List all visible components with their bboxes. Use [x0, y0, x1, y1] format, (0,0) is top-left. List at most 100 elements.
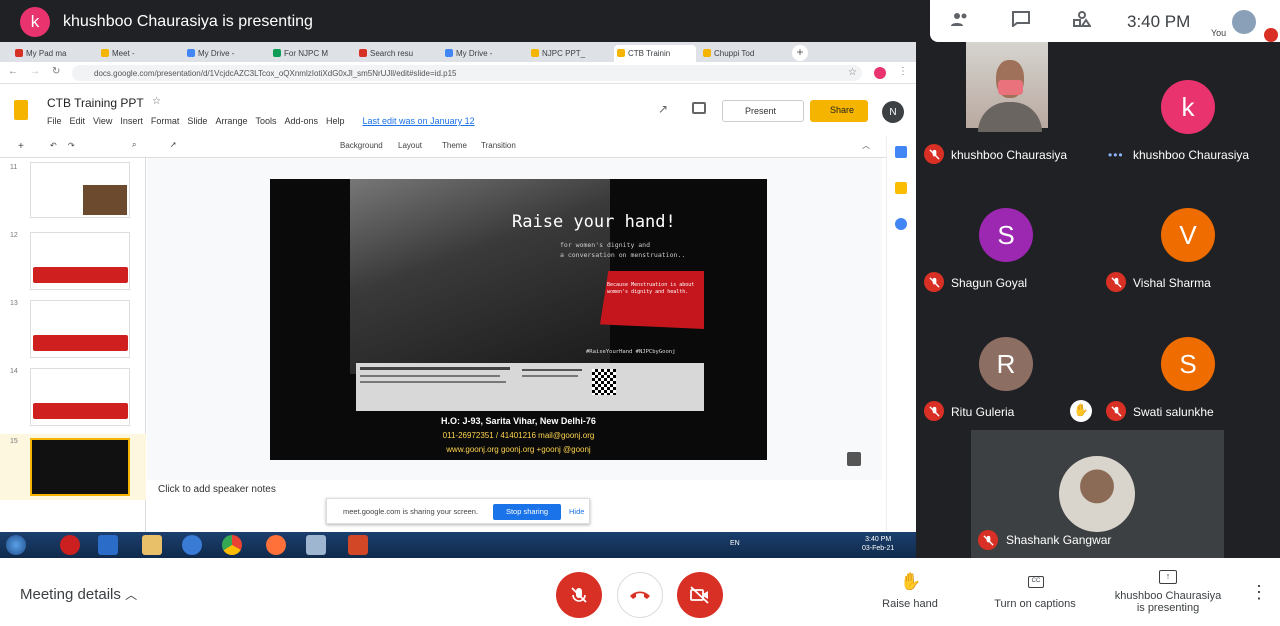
collapse-icon[interactable]: ︿ — [862, 140, 870, 151]
present-button[interactable]: Present — [722, 100, 804, 122]
menu-arrange[interactable]: Arrange — [215, 116, 247, 126]
stop-sharing-button[interactable]: Stop sharing — [493, 504, 561, 520]
menu-view[interactable]: View — [93, 116, 112, 126]
transition-button[interactable]: Transition — [481, 141, 516, 150]
file-explorer-icon[interactable] — [142, 535, 162, 555]
browser-tab[interactable]: NJPC PPT_ — [528, 45, 610, 62]
qr-code — [592, 369, 616, 395]
menu-bar: File Edit View Insert Format Slide Arran… — [47, 116, 475, 126]
slide-thumbnail[interactable] — [30, 232, 130, 290]
new-tab-button[interactable]: + — [792, 45, 808, 61]
browser-tab[interactable]: Meet - — [98, 45, 180, 62]
firefox-icon[interactable] — [266, 535, 286, 555]
layout-button[interactable]: Layout — [398, 141, 422, 150]
slide-thumbnail[interactable] — [30, 162, 130, 218]
powerpoint-icon[interactable] — [348, 535, 368, 555]
share-button[interactable]: Share — [810, 100, 868, 122]
windows-taskbar: EN 3:40 PM 03-Feb-21 — [0, 532, 916, 558]
url-text: docs.google.com/presentation/d/1VcjdcAZC… — [94, 69, 457, 78]
ie-icon[interactable] — [182, 535, 202, 555]
comments-icon[interactable] — [692, 102, 706, 114]
url-field[interactable]: docs.google.com/presentation/d/1VcjdcAZC… — [72, 65, 862, 81]
meeting-details-button[interactable]: Meeting details ︿ — [20, 586, 137, 603]
opera-icon[interactable] — [60, 535, 80, 555]
redo-icon[interactable]: ↷ — [68, 141, 75, 150]
camera-toggle-button[interactable] — [677, 572, 723, 618]
language-indicator[interactable]: EN — [730, 540, 740, 547]
doc-title[interactable]: CTB Training PPT — [47, 96, 144, 110]
raise-hand-icon[interactable]: ✋ — [900, 572, 921, 592]
browser-tab[interactable]: Chuppi Tod — [700, 45, 782, 62]
slides-logo-icon[interactable] — [14, 100, 28, 120]
browser-tab[interactable]: Search resu — [356, 45, 438, 62]
raise-hand-label[interactable]: Raise hand — [870, 598, 950, 610]
browser-tab-active[interactable]: CTB Trainin — [614, 45, 696, 62]
slide-hashtag: #RaiseYourHand #NJPCbyGoonj — [586, 349, 676, 355]
participant-name: Vishal Sharma — [1133, 276, 1211, 290]
profile-icon[interactable] — [874, 67, 886, 79]
speaker-notes[interactable]: Click to add speaker notes — [158, 484, 276, 495]
captions-icon[interactable]: CC — [1028, 576, 1044, 588]
menu-addons[interactable]: Add-ons — [284, 116, 318, 126]
presenting-status[interactable]: khushboo Chaurasiya is presenting — [1108, 590, 1228, 614]
menu-edit[interactable]: Edit — [70, 116, 86, 126]
app-icon[interactable] — [306, 535, 326, 555]
select-icon[interactable]: ➚ — [170, 140, 177, 149]
undo-icon[interactable]: ↶ — [50, 141, 57, 150]
meeting-details-label: Meeting details — [20, 586, 121, 603]
more-options-icon[interactable]: ⋮ — [1250, 582, 1268, 603]
calendar-icon[interactable] — [895, 146, 907, 158]
tasks-icon[interactable] — [895, 218, 907, 230]
start-icon[interactable] — [6, 535, 26, 555]
browser-tab[interactable]: For NJPC M — [270, 45, 352, 62]
new-slide-icon[interactable]: + — [18, 141, 24, 152]
zoom-icon[interactable]: ⌕ — [132, 140, 136, 150]
side-panel-rail — [847, 136, 916, 532]
mic-toggle-button[interactable] — [556, 572, 602, 618]
self-avatar[interactable] — [1232, 10, 1256, 34]
activities-icon[interactable] — [1073, 11, 1091, 27]
explore-icon[interactable] — [847, 452, 861, 466]
menu-tools[interactable]: Tools — [255, 116, 276, 126]
more-vert-icon[interactable]: ⋮ — [898, 66, 908, 77]
hide-button[interactable]: Hide — [569, 507, 584, 516]
people-icon[interactable] — [950, 11, 970, 27]
back-icon[interactable]: ← — [8, 66, 18, 77]
captions-label[interactable]: Turn on captions — [985, 598, 1085, 610]
slide-thumbnail[interactable] — [30, 368, 130, 426]
shared-screen: My Pad ma Meet - My Drive - For NJPC M S… — [0, 42, 916, 558]
slide-thumbnail-selected[interactable] — [30, 438, 130, 496]
mic-off-icon — [571, 587, 587, 603]
share-label: Share — [830, 105, 855, 115]
slide-number: 15 — [10, 438, 18, 445]
media-player-icon[interactable] — [98, 535, 118, 555]
star-icon[interactable]: ☆ — [848, 67, 857, 78]
menu-format[interactable]: Format — [151, 116, 180, 126]
chat-icon[interactable] — [1012, 11, 1030, 27]
chrome-icon[interactable] — [222, 535, 242, 555]
reload-icon[interactable]: ↻ — [52, 66, 60, 77]
browser-tab[interactable]: My Drive - — [442, 45, 524, 62]
menu-help[interactable]: Help — [326, 116, 345, 126]
menu-file[interactable]: File — [47, 116, 62, 126]
info-strip — [356, 363, 704, 411]
browser-tab[interactable]: My Pad ma — [12, 45, 94, 62]
you-label: You — [1211, 28, 1227, 38]
browser-tab[interactable]: My Drive - — [184, 45, 266, 62]
keep-icon[interactable] — [895, 182, 907, 194]
slide-thumbnail[interactable] — [30, 300, 130, 358]
forward-icon[interactable]: → — [30, 66, 40, 77]
slides-toolbar: + ↶ ↷ ⌕ ➚ Background Layout Theme Transi… — [0, 136, 916, 158]
slide-contact-line: www.goonj.org goonj.org +goonj @goonj — [446, 445, 591, 454]
activity-icon[interactable]: ↗ — [658, 102, 668, 116]
last-edit-link[interactable]: Last edit was on January 12 — [363, 116, 475, 126]
menu-slide[interactable]: Slide — [187, 116, 207, 126]
background-button[interactable]: Background — [340, 141, 383, 150]
muted-icon — [924, 272, 944, 292]
star-doc-icon[interactable]: ☆ — [152, 96, 161, 107]
leave-call-button[interactable] — [617, 572, 663, 618]
present-screen-icon[interactable]: ↑ — [1159, 570, 1177, 584]
account-avatar[interactable]: N — [882, 101, 904, 123]
theme-button[interactable]: Theme — [442, 141, 467, 150]
menu-insert[interactable]: Insert — [120, 116, 143, 126]
